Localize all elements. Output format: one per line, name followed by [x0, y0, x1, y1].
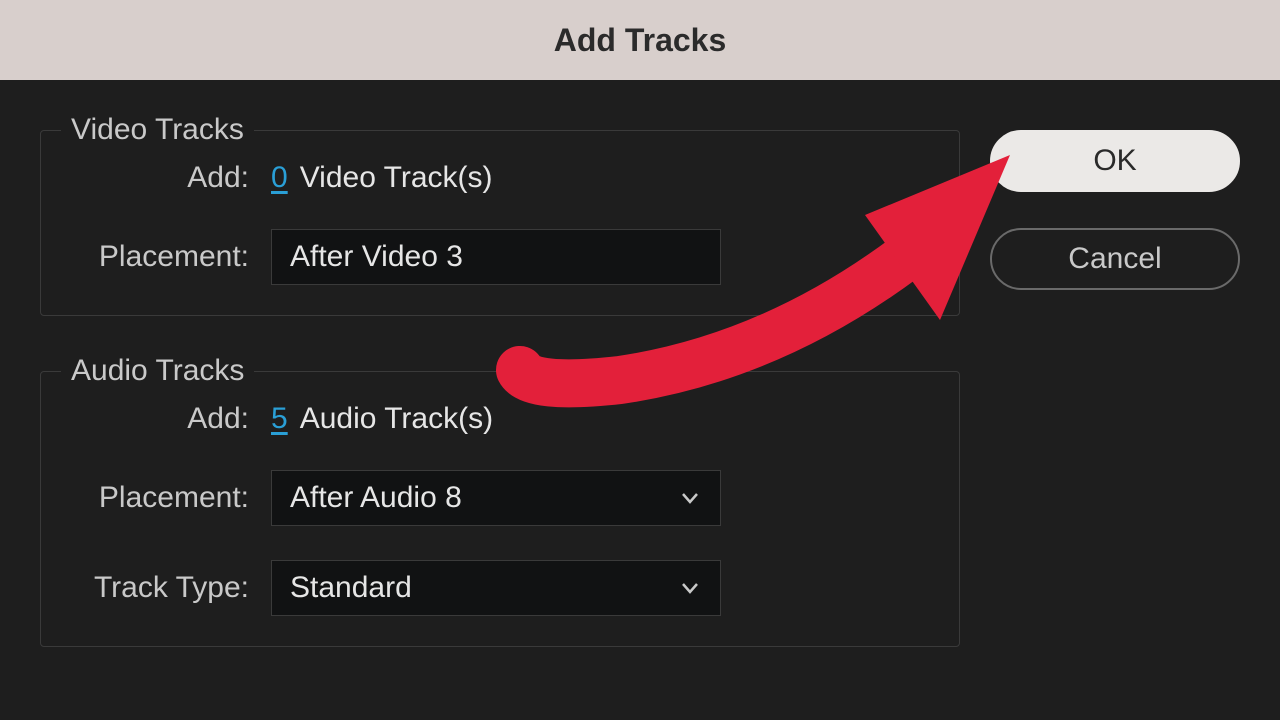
audio-track-unit: Audio Track(s)	[300, 402, 493, 436]
video-placement-value: After Video 3	[290, 240, 463, 274]
audio-track-type-dropdown[interactable]: Standard	[271, 560, 721, 616]
audio-track-type-label: Track Type:	[71, 571, 271, 605]
chevron-down-icon	[678, 576, 702, 600]
dialog-title: Add Tracks	[554, 22, 727, 59]
audio-track-type-value: Standard	[290, 571, 412, 605]
video-add-row: Add: 0 Video Track(s)	[71, 161, 929, 195]
video-track-unit: Video Track(s)	[300, 161, 493, 195]
video-tracks-group: Video Tracks Add: 0 Video Track(s) Place…	[40, 130, 960, 316]
audio-track-count[interactable]: 5	[271, 402, 288, 436]
video-placement-label: Placement:	[71, 240, 271, 274]
audio-track-type-row: Track Type: Standard	[71, 560, 929, 616]
chevron-down-icon	[678, 486, 702, 510]
audio-add-value: 5 Audio Track(s)	[271, 402, 493, 436]
audio-add-row: Add: 5 Audio Track(s)	[71, 402, 929, 436]
video-placement-dropdown[interactable]: After Video 3	[271, 229, 721, 285]
audio-add-label: Add:	[71, 402, 271, 436]
video-track-count[interactable]: 0	[271, 161, 288, 195]
audio-placement-dropdown[interactable]: After Audio 8	[271, 470, 721, 526]
cancel-button[interactable]: Cancel	[990, 228, 1240, 290]
dialog-titlebar: Add Tracks	[0, 0, 1280, 80]
audio-placement-value: After Audio 8	[290, 481, 462, 515]
form-column: Video Tracks Add: 0 Video Track(s) Place…	[40, 130, 960, 702]
audio-placement-label: Placement:	[71, 481, 271, 515]
dialog-body: Video Tracks Add: 0 Video Track(s) Place…	[0, 80, 1280, 702]
ok-button[interactable]: OK	[990, 130, 1240, 192]
video-placement-row: Placement: After Video 3	[71, 229, 929, 285]
video-add-value: 0 Video Track(s)	[271, 161, 493, 195]
audio-tracks-legend: Audio Tracks	[61, 354, 254, 388]
audio-placement-row: Placement: After Audio 8	[71, 470, 929, 526]
buttons-column: OK Cancel	[990, 130, 1240, 702]
video-tracks-legend: Video Tracks	[61, 113, 254, 147]
video-add-label: Add:	[71, 161, 271, 195]
audio-tracks-group: Audio Tracks Add: 5 Audio Track(s) Place…	[40, 371, 960, 647]
